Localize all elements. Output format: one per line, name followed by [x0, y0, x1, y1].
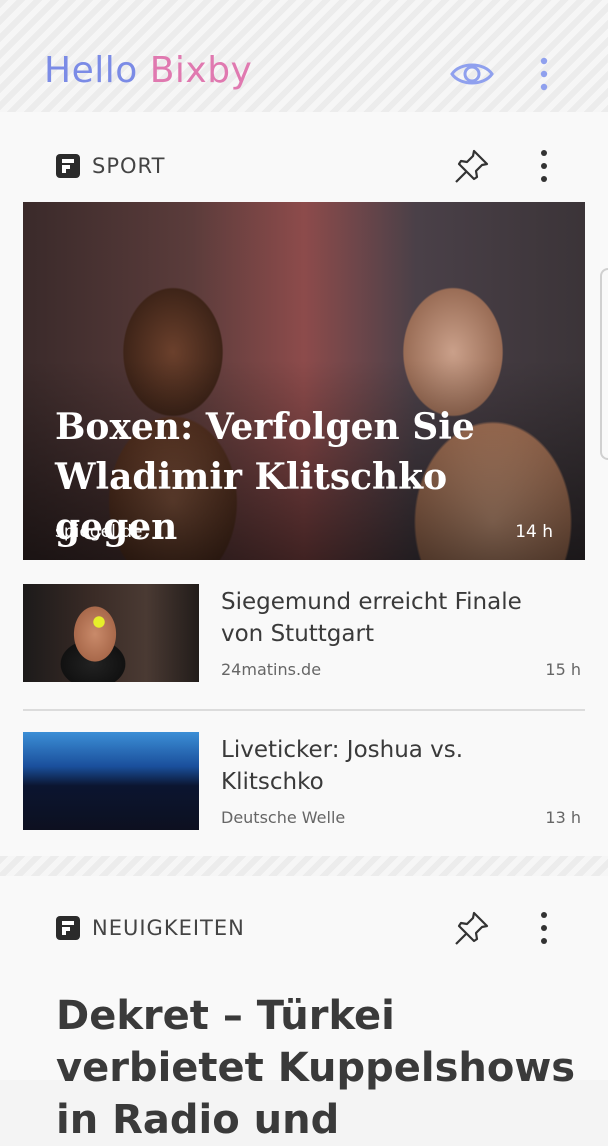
pin-icon[interactable] — [452, 146, 492, 186]
app-header: Hello Bixby — [0, 0, 608, 112]
item-title: Liveticker: Joshua vs. Klitschko — [221, 737, 464, 795]
logo-hello: Hello — [44, 50, 138, 91]
sport-card-header: SPORT — [56, 150, 165, 182]
item-time: 15 h — [545, 660, 581, 679]
hello-bixby-logo: Hello Bixby — [44, 50, 252, 91]
more-vert-icon[interactable] — [534, 146, 554, 186]
list-item[interactable]: Siegemund erreicht Finale von Stuttgart … — [23, 584, 585, 684]
more-vert-icon[interactable] — [534, 908, 554, 948]
article-thumbnail — [23, 584, 199, 682]
logo-bixby: Bixby — [149, 50, 253, 91]
flipboard-icon — [56, 916, 80, 940]
item-source: 24matins.de — [221, 660, 322, 679]
card-label: SPORT — [92, 154, 166, 178]
news-card-header: NEUIGKEITEN — [56, 912, 245, 944]
divider — [23, 709, 585, 711]
item-source: Deutsche Welle — [221, 808, 346, 827]
hero-article[interactable]: Boxen: Verfolgen Sie Wladimir Klitschko … — [23, 202, 585, 560]
more-vert-icon[interactable] — [530, 54, 558, 94]
edge-panel-handle[interactable] — [600, 268, 608, 460]
list-item[interactable]: Liveticker: Joshua vs. Klitschko Deutsch… — [23, 732, 585, 832]
eye-icon[interactable] — [448, 56, 496, 92]
hero-time: 14 h — [515, 522, 553, 542]
item-time: 13 h — [545, 808, 581, 827]
hero-source: spiegel.de — [55, 522, 143, 542]
article-thumbnail — [23, 732, 199, 830]
item-title: Siegemund erreicht Finale von Stuttgart — [221, 589, 522, 647]
card-separator — [0, 856, 608, 876]
headline[interactable]: Dekret – Türkei verbietet Kuppelshows in… — [56, 990, 576, 1146]
pin-icon[interactable] — [452, 908, 492, 948]
card-label: NEUIGKEITEN — [92, 916, 245, 940]
flipboard-icon — [56, 154, 80, 178]
